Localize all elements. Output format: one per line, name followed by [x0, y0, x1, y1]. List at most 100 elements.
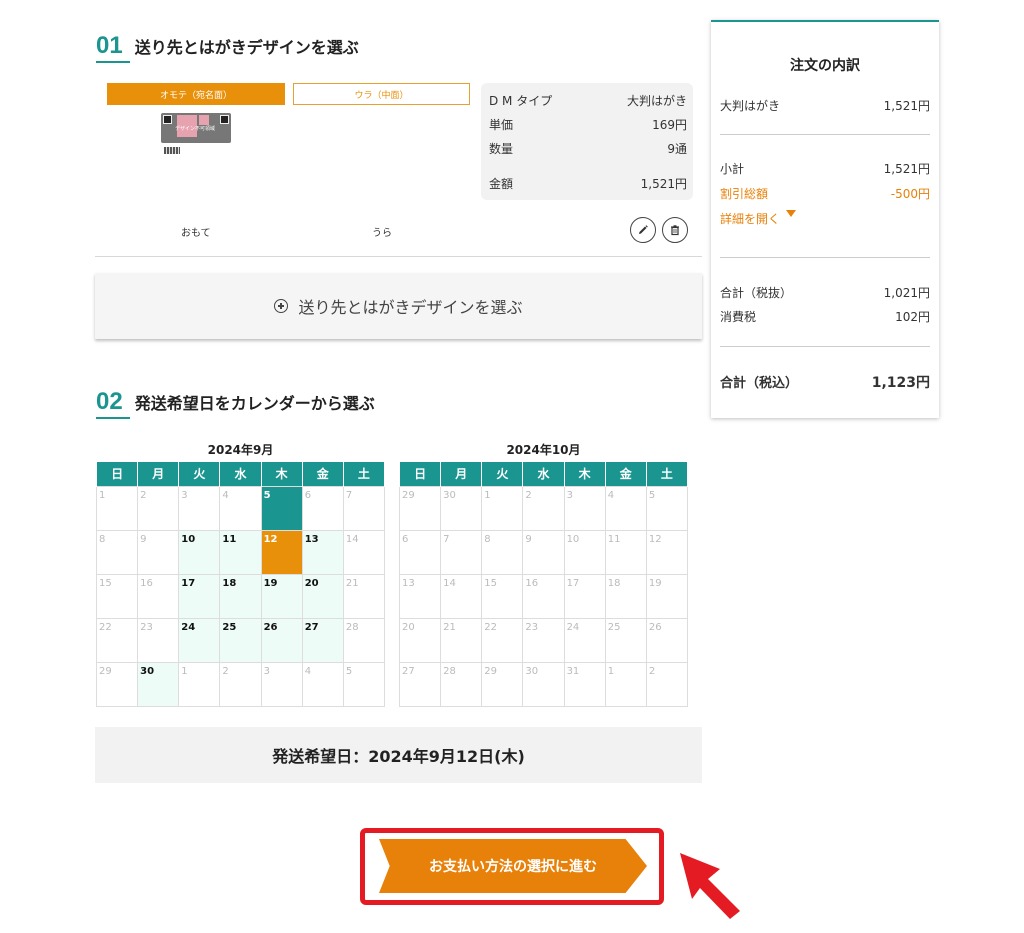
thumbnail-text: デザイン不可領域: [175, 126, 216, 132]
calendar-day[interactable]: 19: [260, 573, 303, 619]
calendar-day[interactable]: 17: [178, 573, 221, 619]
calendar-day: 1: [95, 485, 139, 531]
weekday-header: 日月火水木金土: [398, 462, 689, 486]
step2-heading: 02 発送希望日をカレンダーから選ぶ: [96, 388, 375, 416]
proceed-label: お支払い方法の選択に進む: [429, 859, 597, 875]
add-destination-label: 送り先とはがきデザインを選ぶ: [298, 298, 523, 317]
calendar-day: 4: [604, 485, 647, 531]
calendar-day: 17: [563, 573, 606, 619]
calendar-day: 14: [342, 529, 386, 575]
calendar-day[interactable]: 20: [301, 573, 344, 619]
calendar-day: 2: [137, 485, 180, 531]
calendar-week: 8 9 10 11 12 13 14: [95, 529, 386, 575]
calendar-week: 20 21 22 23 24 25 26: [398, 617, 689, 663]
calendar-day: 16: [137, 573, 180, 619]
weekday-label: 金: [604, 462, 647, 486]
calendar-day: 30: [522, 661, 565, 707]
calendar-day: 14: [440, 573, 483, 619]
calendar-day: 24: [563, 617, 606, 663]
tab-front[interactable]: オモテ（宛名面）: [107, 83, 285, 105]
step1-number: 01: [96, 32, 123, 59]
delete-button[interactable]: [662, 217, 688, 243]
tab-back[interactable]: ウラ（中面）: [293, 83, 470, 105]
calendar-day: 15: [95, 573, 139, 619]
calendar-week: 27 28 29 30 31 1 2: [398, 661, 689, 707]
calendar-day: 23: [137, 617, 180, 663]
calendar-day: 1: [178, 661, 221, 707]
weekday-label: 土: [342, 462, 386, 486]
order-divider: [720, 257, 930, 258]
calendar-day[interactable]: 30: [137, 661, 180, 707]
step2-title: 発送希望日をカレンダーから選ぶ: [134, 394, 375, 413]
calendar-day: 23: [522, 617, 565, 663]
calendar-oct-title: 2024年10月: [506, 443, 581, 457]
calendar-day: 18: [604, 573, 647, 619]
calendar-day: 22: [481, 617, 524, 663]
barcode-icon: [164, 147, 180, 154]
label-back: うら: [372, 228, 392, 239]
weekday-label: 月: [137, 462, 180, 486]
calendar-oct: 日月火水木金土 29 30 1 2 3 4 5 6 7 8 9 10 11 12 13 14 15 16 17 18 19…: [398, 462, 689, 707]
details-toggle[interactable]: 詳細を開く: [720, 210, 930, 227]
weekday-label: 水: [522, 462, 565, 486]
order-item-row: 大判はがき 1,521円: [720, 99, 930, 113]
calendar-day[interactable]: 27: [301, 617, 344, 663]
postcard-thumbnail[interactable]: デザイン不可領域: [161, 113, 231, 143]
calendar-day: 7: [440, 529, 483, 575]
calendar-day-selected[interactable]: 12: [260, 529, 303, 575]
calendar-day: 6: [301, 485, 344, 531]
dm-summary: D M タイプ 大判はがき 単価 169円 数量 9通 金額 1,521円: [481, 83, 693, 200]
calendar-day: 8: [95, 529, 139, 575]
calendar-day: 19: [645, 573, 689, 619]
calendar-day: 16: [522, 573, 565, 619]
total-ex-tax-row: 合計（税抜） 1,021円: [720, 286, 930, 300]
calendar-day[interactable]: 11: [219, 529, 262, 575]
calendar-week: 29 30 1 2 3 4 5: [398, 485, 689, 531]
subtotal-row: 小計 1,521円: [720, 162, 930, 176]
step1-title: 送り先とはがきデザインを選ぶ: [134, 38, 359, 57]
calendar-day: 5: [342, 661, 386, 707]
summary-row-amount: 金額 1,521円: [489, 177, 687, 191]
calendar-day[interactable]: 13: [301, 529, 344, 575]
calendar-day: 2: [645, 661, 689, 707]
add-destination-button[interactable]: 送り先とはがきデザインを選ぶ: [95, 273, 702, 339]
calendar-week: 13 14 15 16 17 18 19: [398, 573, 689, 619]
weekday-label: 火: [481, 462, 524, 486]
calendar-day: 13: [398, 573, 442, 619]
calendar-day: 31: [563, 661, 606, 707]
calendar-day: 6: [398, 529, 442, 575]
calendar-day: 30: [440, 485, 483, 531]
order-summary-panel: 注文の内訳 大判はがき 1,521円 小計 1,521円 割引総額 -500円 詳細を…: [711, 20, 939, 418]
calendar-day: 5: [645, 485, 689, 531]
pencil-icon: [639, 225, 648, 234]
weekday-label: 土: [645, 462, 689, 486]
calendar-week: 15 16 17 18 19 20 21: [95, 573, 386, 619]
proceed-to-payment-button[interactable]: お支払い方法の選択に進む: [379, 839, 647, 893]
calendar-week: 22 23 24 25 26 27 28: [95, 617, 386, 663]
calendar-day: 28: [440, 661, 483, 707]
calendar-day[interactable]: 26: [260, 617, 303, 663]
calendar-day: 27: [398, 661, 442, 707]
calendar-day: 7: [342, 485, 386, 531]
calendar-day: 11: [604, 529, 647, 575]
calendar-day[interactable]: 24: [178, 617, 221, 663]
total-in-tax-row: 合計（税込） 1,123円: [720, 375, 930, 391]
calendar-day[interactable]: 25: [219, 617, 262, 663]
calendar-day[interactable]: 18: [219, 573, 262, 619]
step1-underline: [96, 61, 130, 63]
calendar-day: 1: [604, 661, 647, 707]
calendar-day[interactable]: 10: [178, 529, 221, 575]
calendar-day: 29: [398, 485, 442, 531]
calendar-day: 20: [398, 617, 442, 663]
weekday-label: 木: [563, 462, 606, 486]
weekday-header: 日月火水木金土: [95, 462, 386, 486]
calendar-day: 25: [604, 617, 647, 663]
calendar-day: 3: [178, 485, 221, 531]
calendar-day: 15: [481, 573, 524, 619]
summary-row-type: D M タイプ 大判はがき: [489, 94, 687, 108]
trash-icon: [671, 225, 679, 236]
edit-button[interactable]: [630, 217, 656, 243]
weekday-label: 日: [398, 462, 442, 486]
calendar-day: 9: [137, 529, 180, 575]
calendar-day: 4: [301, 661, 344, 707]
